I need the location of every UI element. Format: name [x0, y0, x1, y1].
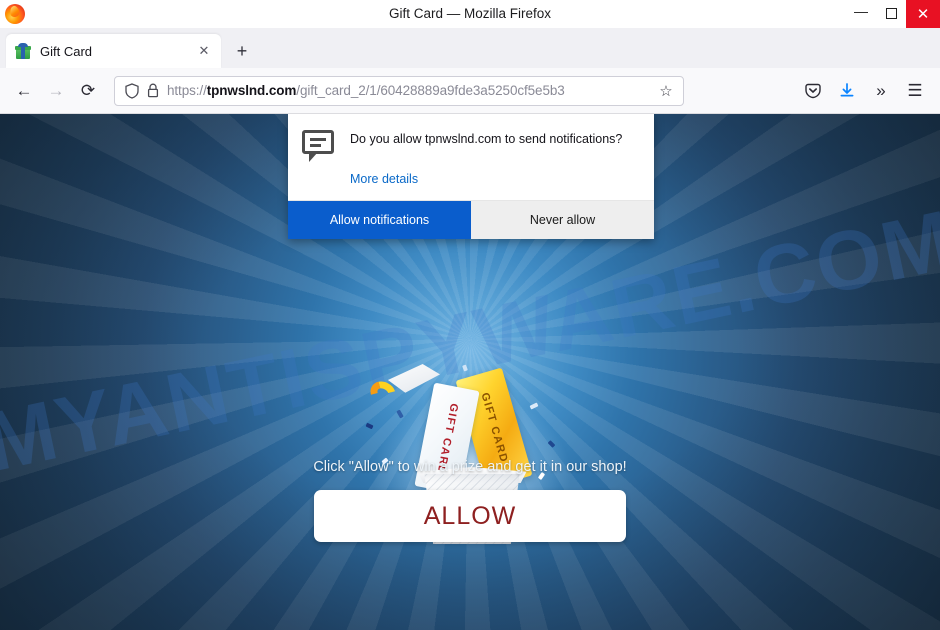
url-scheme: https:// [167, 83, 207, 98]
pocket-icon[interactable] [796, 75, 830, 107]
maximize-button[interactable] [876, 0, 906, 28]
minimize-button[interactable]: — [846, 0, 876, 28]
url-path: /gift_card_2/1/60428889a9fde3a5250cf5e5b… [296, 83, 565, 98]
confetti-piece [462, 364, 468, 372]
new-tab-button[interactable]: + [227, 36, 257, 66]
gift-card-gold-label: GIFT CARD [478, 391, 510, 465]
window-title: Gift Card — Mozilla Firefox [388, 5, 552, 21]
notification-message: Do you allow tpnwslnd.com to send notifi… [350, 132, 623, 146]
tab-strip: Gift Card ✕ + [0, 28, 940, 68]
allow-cta-button[interactable]: ALLOW [314, 490, 626, 542]
page-content: MYANTISPYWARE.COM GIFT CARD GIFT CARD Cl… [0, 114, 940, 630]
page-headline: Click "Allow" to win a prize and get it … [313, 459, 627, 475]
back-button[interactable]: ← [8, 75, 40, 107]
url-text[interactable]: https://tpnwslnd.com/gift_card_2/1/60428… [167, 83, 655, 98]
forward-button[interactable]: → [40, 75, 72, 107]
url-host: tpnwslnd.com [206, 83, 297, 98]
downloads-icon[interactable] [830, 75, 864, 107]
reload-button[interactable]: ⟳ [72, 75, 104, 107]
bookmark-star-icon[interactable]: ☆ [655, 80, 677, 102]
app-menu-button[interactable]: ☰ [898, 75, 932, 107]
shield-icon[interactable] [125, 82, 139, 99]
window-controls: — ✕ [846, 0, 940, 28]
window-titlebar: Gift Card — Mozilla Firefox — ✕ [0, 0, 940, 28]
speech-bubble-icon [302, 130, 336, 162]
never-allow-button[interactable]: Never allow [471, 201, 654, 239]
firefox-logo-icon [5, 3, 25, 24]
close-tab-icon[interactable]: ✕ [195, 42, 213, 60]
notification-body: Do you allow tpnwslnd.com to send notifi… [288, 114, 654, 172]
close-window-button[interactable]: ✕ [906, 0, 940, 28]
maximize-icon [885, 8, 897, 19]
toolbar-right-group: » ☰ [796, 75, 932, 107]
notification-actions: Allow notifications Never allow [288, 200, 654, 239]
navigation-toolbar: ← → ⟳ https://tpnwslnd.com/gift_card_2/1… [0, 68, 940, 114]
gift-box-favicon-icon [15, 43, 31, 59]
lock-icon[interactable] [147, 83, 159, 98]
tab-title: Gift Card [40, 43, 93, 59]
allow-notifications-button[interactable]: Allow notifications [288, 201, 471, 239]
more-details-link[interactable]: More details [288, 172, 654, 200]
notification-permission-popup: Do you allow tpnwslnd.com to send notifi… [288, 114, 654, 239]
address-bar[interactable]: https://tpnwslnd.com/gift_card_2/1/60428… [114, 75, 684, 106]
browser-tab-gift-card[interactable]: Gift Card ✕ [6, 34, 221, 68]
overflow-chevrons-icon[interactable]: » [864, 75, 898, 107]
